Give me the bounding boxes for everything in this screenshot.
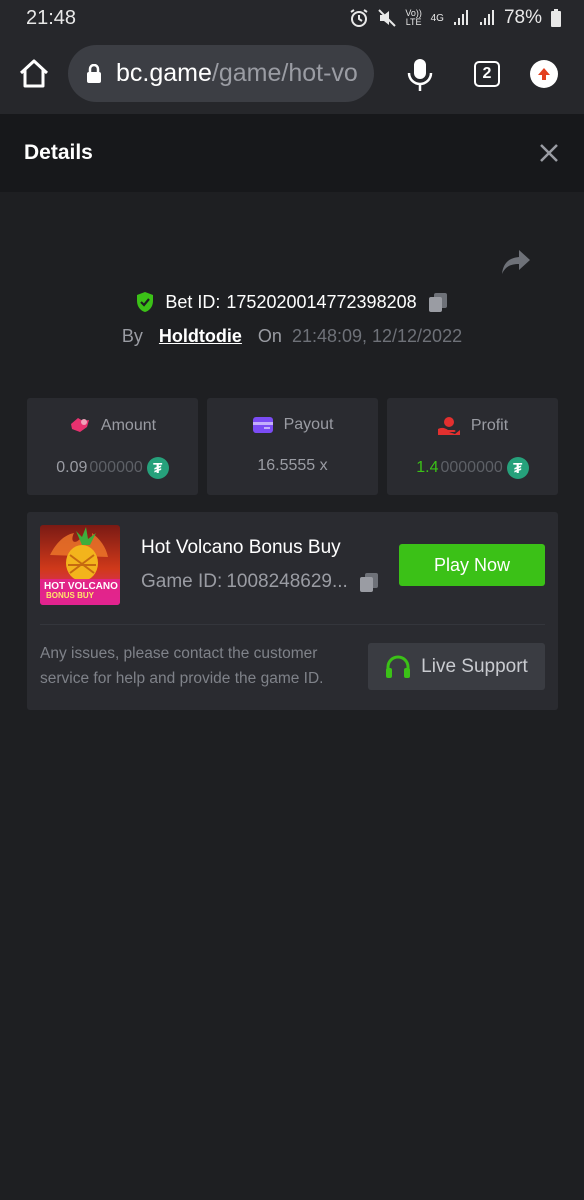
bet-id-value: 1752020014772398208 bbox=[226, 291, 417, 312]
page-title: Details bbox=[24, 141, 93, 164]
live-support-button[interactable]: Live Support bbox=[368, 643, 545, 690]
bet-id-label: Bet ID: bbox=[165, 291, 221, 312]
divider bbox=[40, 624, 545, 625]
lock-icon bbox=[87, 63, 101, 83]
payout-header: Payout bbox=[207, 416, 378, 434]
game-thumbnail[interactable]: HOT VOLCANO BONUS BUY bbox=[40, 525, 120, 605]
by-label: By bbox=[121, 325, 143, 346]
profit-icon bbox=[437, 417, 460, 435]
battery-icon bbox=[551, 9, 561, 27]
profit-value: 1.4 0000000 ₮ bbox=[387, 457, 558, 479]
headset-icon bbox=[386, 655, 411, 678]
play-now-button[interactable]: Play Now bbox=[399, 544, 545, 586]
on-label: On bbox=[257, 325, 282, 346]
game-id-value: 1008248629... bbox=[226, 571, 348, 592]
tether-icon: ₮ bbox=[146, 457, 169, 479]
profit-value-main: 1.4 bbox=[416, 459, 439, 476]
update-button[interactable] bbox=[530, 60, 558, 88]
mute-icon bbox=[377, 9, 396, 27]
microphone-icon[interactable] bbox=[406, 58, 434, 92]
copy-icon[interactable] bbox=[358, 571, 380, 593]
status-bar: 21:48 Vo)) LTE 4G 78% bbox=[0, 0, 584, 36]
profit-value-dim: 0000000 bbox=[440, 459, 503, 476]
profit-header: Profit bbox=[387, 416, 558, 436]
close-icon[interactable] bbox=[538, 142, 560, 164]
payout-label: Payout bbox=[283, 416, 334, 433]
tabs-button[interactable]: 2 bbox=[474, 61, 500, 87]
copy-icon[interactable] bbox=[427, 291, 449, 313]
game-name[interactable]: Hot Volcano Bonus Buy bbox=[141, 537, 341, 559]
bet-author-row: By Holdtodie On 21:48:09, 12/12/2022 bbox=[0, 322, 584, 350]
bet-id-row: Bet ID: 1752020014772398208 bbox=[0, 288, 584, 316]
url-bar[interactable]: bc.game/game/hot-vo bbox=[68, 45, 374, 102]
profit-card: Profit 1.4 0000000 ₮ bbox=[387, 398, 558, 495]
username-link[interactable]: Holdtodie bbox=[159, 326, 242, 347]
amount-label: Amount bbox=[100, 417, 157, 434]
url-text: bc.game/game/hot-vo bbox=[116, 59, 358, 88]
browser-toolbar: bc.game/game/hot-vo 2 bbox=[0, 36, 584, 114]
game-id-label: Game ID: bbox=[141, 571, 223, 592]
profit-label: Profit bbox=[470, 417, 509, 434]
amount-value-main: 0.09 bbox=[56, 459, 88, 476]
amount-card: Amount 0.09 000000 ₮ bbox=[27, 398, 198, 495]
payout-value: 16.5555 x bbox=[257, 457, 328, 474]
amount-value-dim: 000000 bbox=[89, 459, 143, 476]
help-text: Any issues, please contact the customer … bbox=[40, 645, 324, 687]
amount-header: Amount bbox=[27, 416, 198, 436]
signal-icon bbox=[479, 10, 494, 25]
status-time: 21:48 bbox=[26, 6, 77, 29]
shield-check-icon bbox=[137, 292, 154, 312]
share-icon[interactable] bbox=[500, 248, 532, 276]
arrow-up-icon bbox=[538, 68, 550, 80]
thumb-title-line2: BONUS BUY bbox=[46, 591, 95, 600]
url-domain: bc.game bbox=[116, 59, 212, 87]
details-header: Details bbox=[0, 114, 584, 192]
volte-icon: Vo)) LTE bbox=[405, 8, 422, 27]
bet-timestamp: 21:48:09, 12/12/2022 bbox=[291, 325, 463, 346]
url-path: /game/hot-vo bbox=[211, 59, 358, 87]
volcano-art-icon: HOT VOLCANO BONUS BUY bbox=[40, 525, 120, 605]
4g-icon: 4G bbox=[430, 12, 444, 24]
game-id-row: Game ID: 1008248629... bbox=[141, 571, 380, 593]
live-support-label: Live Support bbox=[421, 655, 528, 677]
payout-card: Payout 16.5555 x bbox=[207, 398, 378, 495]
amount-value: 0.09 000000 ₮ bbox=[27, 457, 198, 479]
home-icon[interactable] bbox=[16, 56, 52, 92]
alarm-icon bbox=[350, 9, 368, 27]
amount-icon bbox=[70, 418, 89, 432]
tether-icon: ₮ bbox=[506, 457, 529, 479]
game-panel: HOT VOLCANO BONUS BUY Hot Volcano Bonus … bbox=[27, 512, 558, 710]
status-icons: Vo)) LTE 4G 78% bbox=[349, 7, 562, 29]
tab-count: 2 bbox=[482, 65, 492, 82]
battery-percent: 78% bbox=[503, 7, 542, 28]
payout-card-icon bbox=[252, 417, 273, 433]
signal-icon bbox=[453, 10, 468, 25]
